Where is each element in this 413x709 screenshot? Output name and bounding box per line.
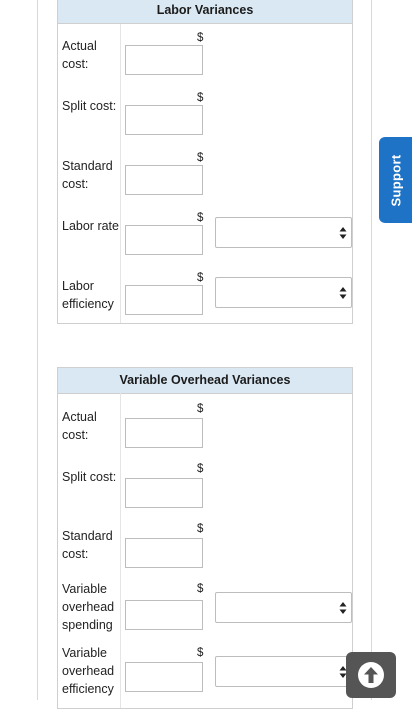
variable-overhead-variances-title: Variable Overhead Variances (58, 368, 352, 394)
currency-symbol: $ (197, 583, 204, 595)
labor-efficiency-select[interactable] (215, 277, 352, 308)
currency-symbol: $ (197, 152, 204, 164)
currency-symbol: $ (197, 92, 204, 104)
labor-row-split-cost: Split cost: $ (58, 87, 352, 147)
voh-split-cost-input[interactable] (125, 478, 203, 508)
scroll-to-top-button[interactable] (346, 652, 396, 698)
row-label: Actual cost: (62, 410, 97, 442)
voh-row-efficiency: Variable overhead efficiency $ (58, 642, 352, 702)
labor-split-cost-input[interactable] (125, 105, 203, 135)
voh-spending-select[interactable] (215, 592, 352, 623)
updown-arrows-icon (339, 227, 347, 239)
row-label: Standard cost: (62, 529, 113, 561)
row-label: Variable overhead efficiency (62, 646, 115, 696)
labor-variances-title: Labor Variances (58, 0, 352, 24)
voh-row-split-cost: Split cost: $ (58, 458, 352, 518)
currency-symbol: $ (197, 272, 204, 284)
voh-efficiency-select[interactable] (215, 656, 352, 687)
voh-actual-cost-input[interactable] (125, 418, 203, 448)
labor-variances-panel: Labor Variances Actual cost: $ Split cos… (57, 0, 353, 324)
currency-symbol: $ (197, 463, 204, 475)
row-label: Split cost: (62, 99, 117, 113)
row-label: Actual cost: (62, 39, 97, 71)
row-label: Standard cost: (62, 159, 113, 191)
arrow-up-circle-icon (358, 662, 384, 688)
updown-arrows-icon (339, 602, 347, 614)
updown-arrows-icon (339, 287, 347, 299)
voh-row-actual-cost: Actual cost: $ (58, 398, 352, 458)
currency-symbol: $ (197, 32, 204, 44)
currency-symbol: $ (197, 212, 204, 224)
labor-rate-input[interactable] (125, 225, 203, 255)
labor-row-rate: Labor rate $ (58, 207, 352, 267)
support-tab-label: Support (388, 154, 403, 206)
row-label: Labor efficiency (62, 279, 114, 311)
currency-symbol: $ (197, 647, 204, 659)
labor-standard-cost-input[interactable] (125, 165, 203, 195)
voh-standard-cost-input[interactable] (125, 538, 203, 568)
labor-rate-select[interactable] (215, 217, 352, 248)
labor-row-actual-cost: Actual cost: $ (58, 27, 352, 87)
labor-efficiency-input[interactable] (125, 285, 203, 315)
variable-overhead-variances-panel: Variable Overhead Variances Actual cost:… (57, 367, 353, 709)
currency-symbol: $ (197, 403, 204, 415)
labor-actual-cost-input[interactable] (125, 45, 203, 75)
row-label: Variable overhead spending (62, 582, 115, 632)
labor-row-efficiency: Labor efficiency $ (58, 267, 352, 327)
currency-symbol: $ (197, 523, 204, 535)
labor-row-standard-cost: Standard cost: $ (58, 147, 352, 207)
voh-row-standard-cost: Standard cost: $ (58, 518, 352, 578)
support-tab[interactable]: Support (379, 137, 412, 223)
row-label: Split cost: (62, 470, 117, 484)
voh-efficiency-input[interactable] (125, 662, 203, 692)
voh-spending-input[interactable] (125, 600, 203, 630)
row-label: Labor rate (62, 219, 119, 233)
voh-row-spending: Variable overhead spending $ (58, 578, 352, 638)
